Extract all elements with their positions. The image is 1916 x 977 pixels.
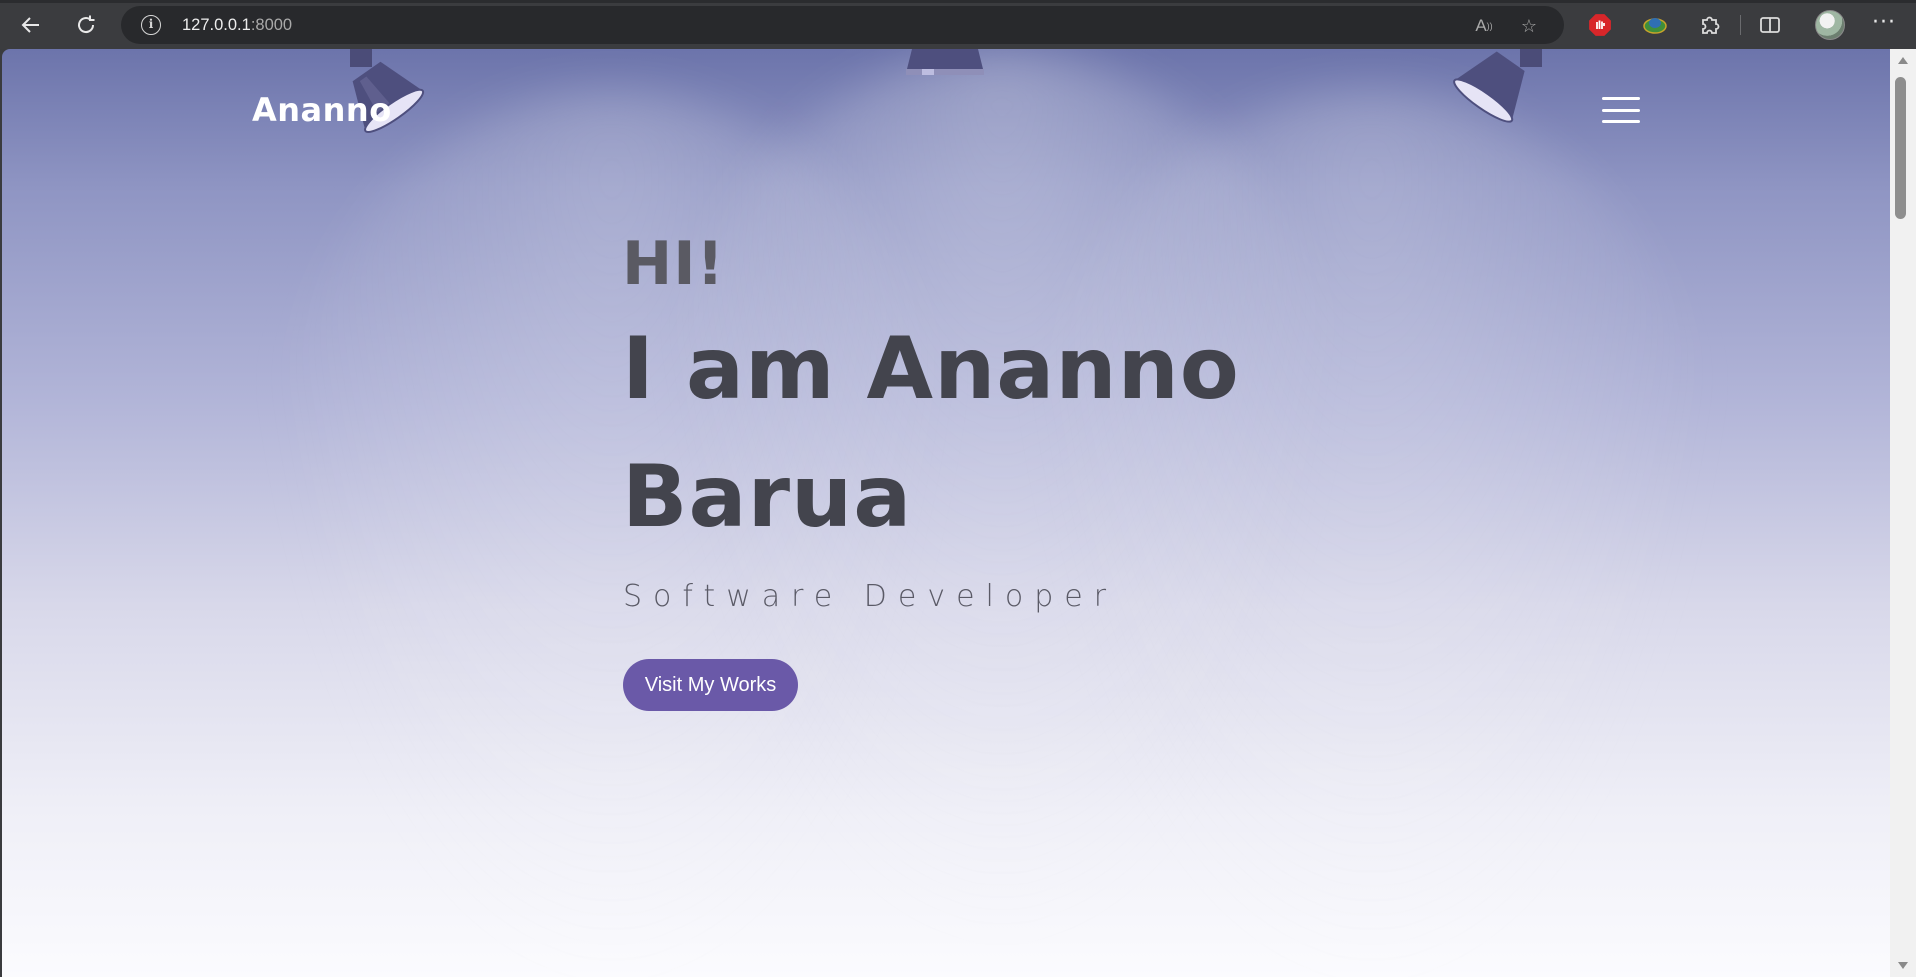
- scroll-up-arrow-icon[interactable]: [1898, 57, 1908, 64]
- back-button[interactable]: [14, 9, 48, 41]
- menu-toggle-button[interactable]: [1602, 95, 1640, 125]
- hero-name-line-2: Barua: [622, 447, 913, 547]
- site-logo[interactable]: Ananno: [252, 91, 392, 129]
- url-text[interactable]: 127.0.0.1:8000: [182, 16, 292, 35]
- hamburger-line: [1602, 120, 1640, 123]
- spotlight-beam-right: [1012, 89, 1732, 977]
- hamburger-line: [1602, 108, 1640, 112]
- more-menu-icon[interactable]: ···: [1872, 10, 1896, 35]
- hero-role: Software Developer: [623, 579, 1118, 614]
- site-info-icon[interactable]: i: [141, 15, 161, 35]
- split-screen-icon: [1760, 17, 1780, 33]
- scroll-down-arrow-icon[interactable]: [1898, 962, 1908, 969]
- spotlight-lamp-right: [1453, 49, 1542, 123]
- page-scrollbar[interactable]: [1890, 49, 1916, 977]
- read-aloud-icon[interactable]: A)): [1473, 15, 1495, 37]
- browser-toolbar: i 127.0.0.1:8000 A)) ☆ ···: [0, 0, 1916, 49]
- extensions-button[interactable]: [1696, 11, 1724, 39]
- reload-icon: [78, 15, 95, 34]
- scrollbar-thumb[interactable]: [1895, 77, 1906, 219]
- adblock-extension-icon: [1589, 14, 1611, 36]
- tab-strip-edge: [0, 0, 1916, 3]
- address-bar[interactable]: i 127.0.0.1:8000 A)) ☆: [121, 6, 1564, 44]
- adblock-extension-button[interactable]: [1586, 11, 1614, 39]
- visit-my-works-button[interactable]: Visit My Works: [623, 659, 798, 711]
- page-viewport: Ananno HI! I am Ananno Barua Software De…: [2, 49, 1890, 977]
- url-port: :8000: [250, 16, 293, 34]
- back-icon: [21, 17, 39, 33]
- hamburger-line: [1602, 97, 1640, 100]
- hero-name-line-1: I am Ananno: [622, 319, 1240, 419]
- spotlight-lamp-center: [906, 49, 984, 75]
- toolbar-separator: [1740, 15, 1741, 35]
- url-host: 127.0.0.1: [182, 16, 251, 34]
- earth-extension-button[interactable]: [1641, 11, 1669, 39]
- profile-avatar[interactable]: [1815, 10, 1845, 40]
- earth-extension-icon: [1643, 18, 1667, 34]
- favorite-star-icon[interactable]: ☆: [1518, 15, 1540, 37]
- extensions-puzzle-icon: [1702, 16, 1720, 34]
- hero-greeting: HI!: [622, 229, 725, 299]
- reload-button[interactable]: [69, 9, 103, 41]
- split-screen-button[interactable]: [1756, 11, 1784, 39]
